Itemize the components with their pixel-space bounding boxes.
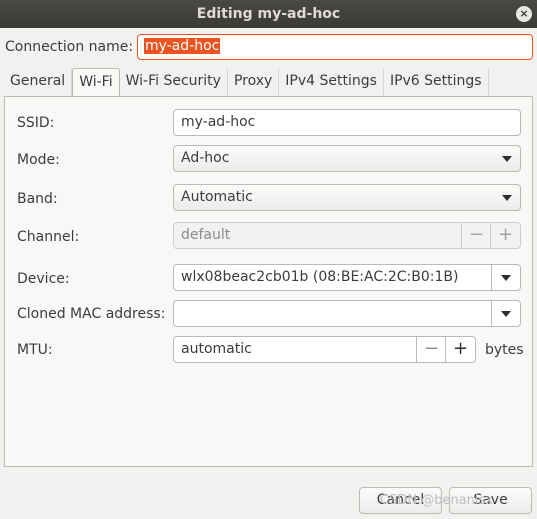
ssid-label: SSID:	[17, 115, 55, 131]
tab-proxy[interactable]: Proxy	[228, 68, 280, 96]
cloned-mac-combo[interactable]	[173, 300, 521, 327]
window-title: Editing my-ad-hoc	[196, 6, 341, 22]
band-value: Automatic	[181, 189, 253, 205]
connection-name-value: my-ad-hoc	[144, 38, 221, 54]
mtu-increment-button[interactable]: +	[445, 337, 475, 362]
title-bar: Editing my-ad-hoc ×	[0, 0, 537, 28]
close-icon[interactable]: ×	[516, 6, 532, 22]
tab-ipv4-settings[interactable]: IPv4 Settings	[279, 68, 384, 96]
device-dropdown-button[interactable]	[491, 265, 520, 290]
channel-label: Channel:	[17, 229, 80, 245]
mtu-label: MTU:	[17, 342, 53, 358]
mtu-unit-label: bytes	[485, 342, 524, 358]
mtu-spinbox[interactable]: automatic − +	[173, 336, 476, 363]
mtu-decrement-button[interactable]: −	[416, 337, 446, 362]
chevron-down-icon	[501, 275, 511, 281]
chevron-down-icon	[502, 156, 512, 162]
ssid-value: my-ad-hoc	[181, 114, 256, 130]
mode-dropdown[interactable]: Ad-hoc	[173, 145, 521, 172]
tab-bar: General Wi-Fi Wi-Fi Security Proxy IPv4 …	[4, 68, 489, 97]
channel-decrement-button: −	[461, 223, 491, 248]
tab-wifi[interactable]: Wi-Fi	[72, 68, 120, 97]
tab-wifi-security[interactable]: Wi-Fi Security	[120, 68, 228, 96]
mtu-value: automatic	[181, 341, 252, 357]
channel-increment-button: +	[490, 223, 520, 248]
device-combo[interactable]: wlx08beac2cb01b (08:BE:AC:2C:B0:1B)	[173, 264, 521, 291]
tab-ipv6-settings[interactable]: IPv6 Settings	[384, 68, 489, 96]
watermark: CSDN @benanisx	[380, 493, 493, 508]
cloned-mac-label: Cloned MAC address:	[17, 306, 166, 322]
connection-name-input[interactable]: my-ad-hoc	[137, 34, 533, 60]
mode-value: Ad-hoc	[181, 150, 230, 166]
device-value: wlx08beac2cb01b (08:BE:AC:2C:B0:1B)	[181, 269, 459, 285]
band-label: Band:	[17, 191, 58, 207]
chevron-down-icon	[501, 311, 511, 317]
band-dropdown[interactable]: Automatic	[173, 184, 521, 211]
channel-value: default	[181, 227, 231, 243]
channel-spinbox: default − +	[173, 222, 521, 249]
device-label: Device:	[17, 271, 70, 287]
chevron-down-icon	[502, 195, 512, 201]
cloned-mac-dropdown-button[interactable]	[491, 301, 520, 326]
ssid-input[interactable]: my-ad-hoc	[173, 109, 521, 136]
connection-name-label: Connection name:	[5, 39, 134, 55]
mode-label: Mode:	[17, 152, 60, 168]
tab-general[interactable]: General	[4, 68, 73, 96]
